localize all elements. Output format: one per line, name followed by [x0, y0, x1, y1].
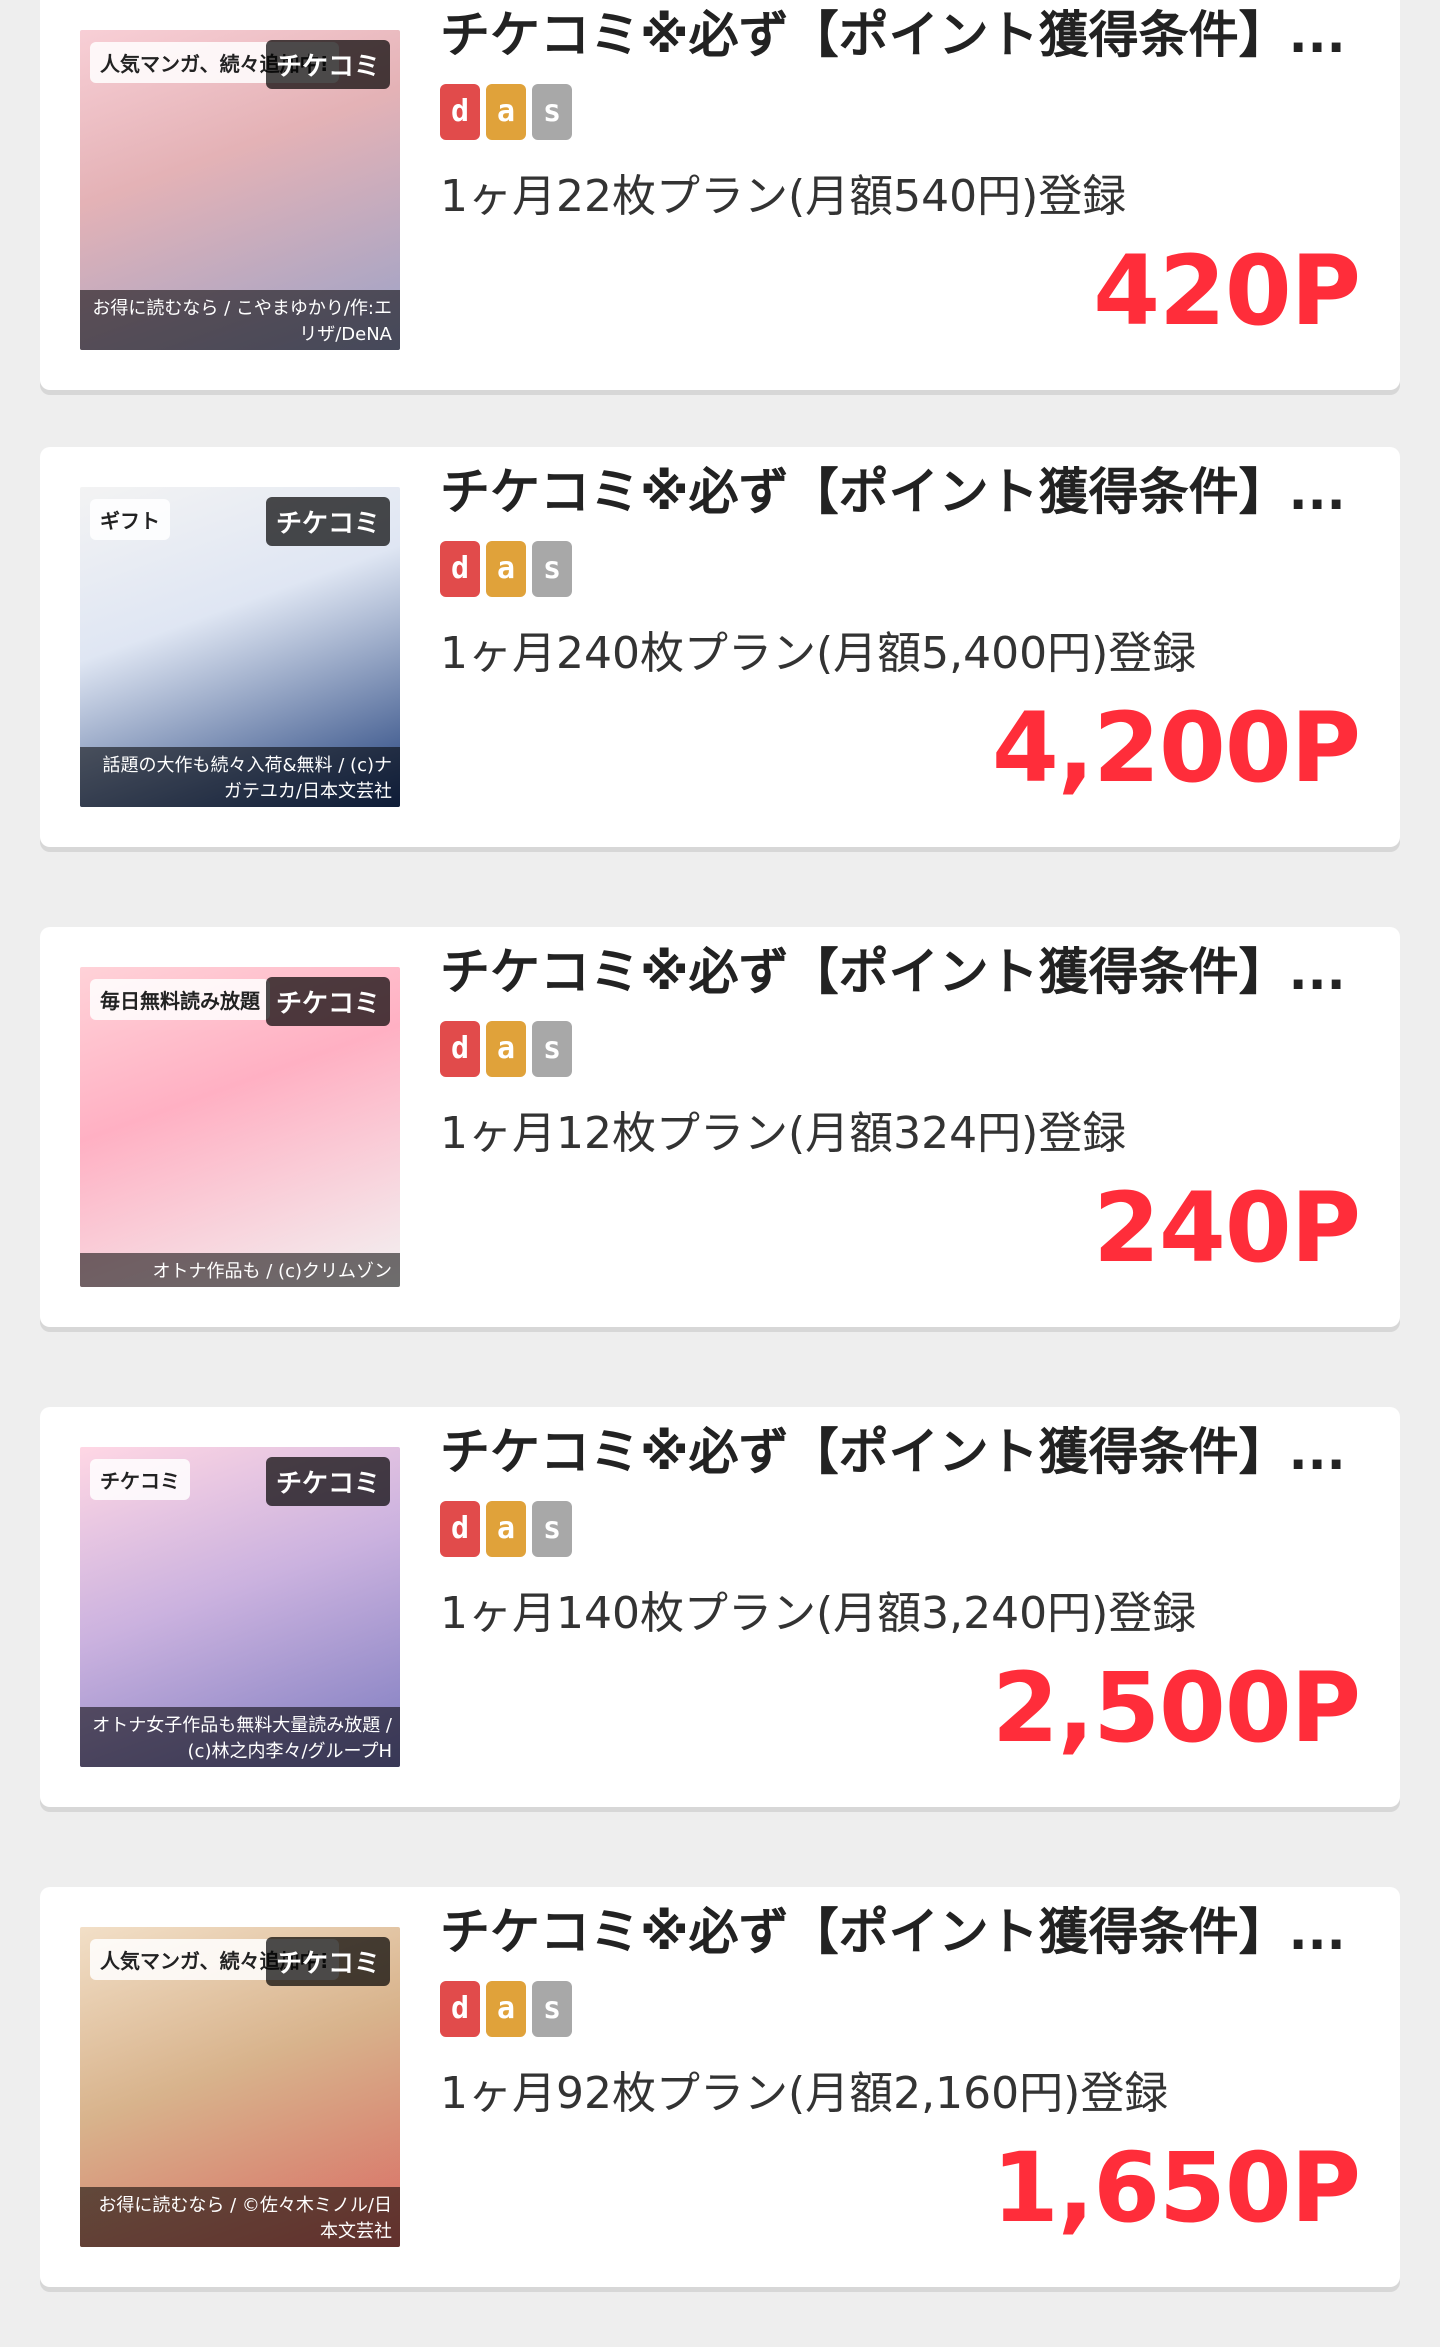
offer-thumbnail[interactable]: チケコミ チケコミ オトナ女子作品も無料大量読み放題 / (c)林之内李々/グル…	[80, 1447, 400, 1767]
offer-plan: 1ヶ月92枚プラン(月額2,160円)登録	[440, 2068, 1169, 2119]
thumbnail-brand: チケコミ	[265, 497, 390, 546]
offer-title[interactable]: チケコミ※必ず【ポイント獲得条件】...	[440, 457, 1360, 527]
badge-d: d	[440, 541, 480, 597]
thumbnail-brand: チケコミ	[265, 1457, 390, 1506]
thumbnail-caption: オトナ作品も / (c)クリムゾン	[80, 1253, 400, 1287]
thumbnail-top-text: 毎日無料読み放題	[90, 979, 270, 1020]
thumbnail-caption: お得に読むなら / こやまゆかり/作:エリザ/DeNA	[80, 290, 400, 350]
offer-card[interactable]: 人気マンガ、続々追加中! チケコミ お得に読むなら / こやまゆかり/作:エリザ…	[40, 0, 1400, 390]
offer-points: 4,200P	[991, 692, 1361, 804]
offer-thumbnail[interactable]: ギフト チケコミ 話題の大作も続々入荷&無料 / (c)ナガテユカ/日本文芸社	[80, 487, 400, 807]
offer-points: 2,500P	[991, 1652, 1361, 1764]
offer-thumbnail[interactable]: 毎日無料読み放題 チケコミ オトナ作品も / (c)クリムゾン	[80, 967, 400, 1287]
badge-d: d	[440, 1501, 480, 1557]
offer-thumbnail[interactable]: 人気マンガ、続々追加中! チケコミ お得に読むなら / ©佐々木ミノル/日本文芸…	[80, 1927, 400, 2247]
badge-d: d	[440, 84, 480, 140]
offer-title[interactable]: チケコミ※必ず【ポイント獲得条件】...	[440, 0, 1360, 70]
thumbnail-caption: お得に読むなら / ©佐々木ミノル/日本文芸社	[80, 2187, 400, 2247]
offer-points: 1,650P	[991, 2132, 1361, 2244]
offer-points: 240P	[1093, 1172, 1361, 1284]
thumbnail-caption: 話題の大作も続々入荷&無料 / (c)ナガテユカ/日本文芸社	[80, 747, 400, 807]
badge-a: a	[486, 1981, 526, 2037]
badge-s: s	[532, 541, 572, 597]
offer-plan: 1ヶ月12枚プラン(月額324円)登録	[440, 1108, 1127, 1159]
badge-s: s	[532, 1021, 572, 1077]
offer-card[interactable]: チケコミ チケコミ オトナ女子作品も無料大量読み放題 / (c)林之内李々/グル…	[40, 1407, 1400, 1807]
device-badges: d a s	[440, 1021, 572, 1077]
thumbnail-top-text: ギフト	[90, 499, 170, 540]
offer-plan: 1ヶ月240枚プラン(月額5,400円)登録	[440, 628, 1197, 679]
badge-s: s	[532, 84, 572, 140]
thumbnail-brand: チケコミ	[265, 1937, 390, 1986]
thumbnail-caption: オトナ女子作品も無料大量読み放題 / (c)林之内李々/グループH	[80, 1707, 400, 1767]
offer-card[interactable]: ギフト チケコミ 話題の大作も続々入荷&無料 / (c)ナガテユカ/日本文芸社 …	[40, 447, 1400, 847]
badge-a: a	[486, 1501, 526, 1557]
device-badges: d a s	[440, 1501, 572, 1557]
offer-plan: 1ヶ月140枚プラン(月額3,240円)登録	[440, 1588, 1197, 1639]
thumbnail-top-text: チケコミ	[90, 1459, 190, 1500]
offer-list: 人気マンガ、続々追加中! チケコミ お得に読むなら / こやまゆかり/作:エリザ…	[0, 0, 1440, 2347]
badge-a: a	[486, 1021, 526, 1077]
thumbnail-brand: チケコミ	[265, 977, 390, 1026]
badge-d: d	[440, 1021, 480, 1077]
device-badges: d a s	[440, 541, 572, 597]
badge-s: s	[532, 1981, 572, 2037]
offer-card[interactable]: 毎日無料読み放題 チケコミ オトナ作品も / (c)クリムゾン チケコミ※必ず【…	[40, 927, 1400, 1327]
thumbnail-brand: チケコミ	[265, 40, 390, 89]
offer-card[interactable]: 人気マンガ、続々追加中! チケコミ お得に読むなら / ©佐々木ミノル/日本文芸…	[40, 1887, 1400, 2287]
offer-plan: 1ヶ月22枚プラン(月額540円)登録	[440, 171, 1127, 222]
device-badges: d a s	[440, 1981, 572, 2037]
badge-d: d	[440, 1981, 480, 2037]
offer-title[interactable]: チケコミ※必ず【ポイント獲得条件】...	[440, 1417, 1360, 1487]
offer-title[interactable]: チケコミ※必ず【ポイント獲得条件】...	[440, 1897, 1360, 1967]
badge-a: a	[486, 541, 526, 597]
offer-title[interactable]: チケコミ※必ず【ポイント獲得条件】...	[440, 937, 1360, 1007]
badge-a: a	[486, 84, 526, 140]
offer-points: 420P	[1093, 235, 1361, 347]
device-badges: d a s	[440, 84, 572, 140]
badge-s: s	[532, 1501, 572, 1557]
offer-thumbnail[interactable]: 人気マンガ、続々追加中! チケコミ お得に読むなら / こやまゆかり/作:エリザ…	[80, 30, 400, 350]
